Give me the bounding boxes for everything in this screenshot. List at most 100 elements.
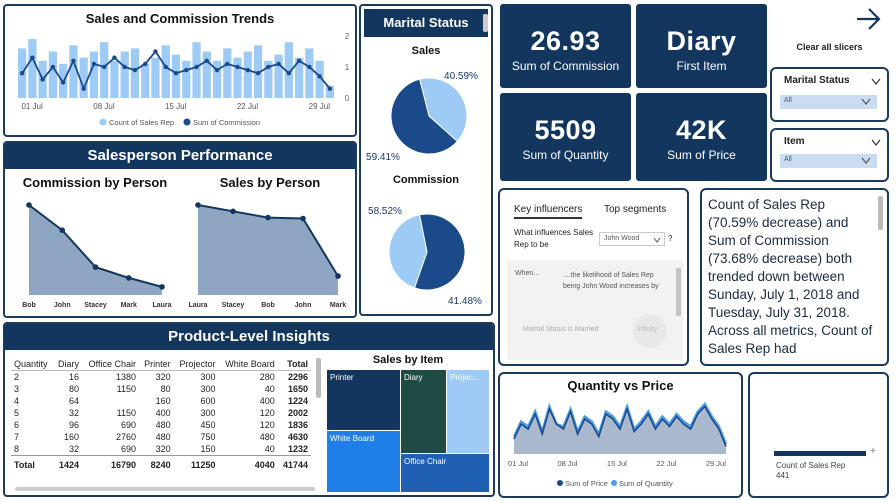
tab-key-influencers[interactable]: Key influencers [514,204,583,219]
legend-marker [183,118,191,126]
trend-bar[interactable] [28,39,37,98]
trend-bar[interactable] [161,45,170,98]
column-header[interactable]: Office Chair [82,358,139,371]
commission-point[interactable] [307,64,312,70]
area-point[interactable] [230,208,236,215]
commission-point[interactable] [214,67,220,73]
chevron-down-icon [861,157,871,164]
commission-point[interactable] [40,77,45,82]
trend-bar[interactable] [274,54,283,98]
commission-point[interactable] [266,64,271,70]
column-header[interactable]: White Board [219,358,278,371]
trend-bar[interactable] [110,60,119,98]
table-cell: 450 [200,420,216,430]
trend-bar[interactable] [171,54,181,98]
column-header[interactable]: Total [278,358,311,371]
trend-bar[interactable] [192,42,201,98]
column-header[interactable]: Quantity [11,358,53,371]
trend-bar[interactable] [69,45,78,98]
treemap-cell-office-chair[interactable]: Office Chair [401,454,489,492]
commission-point[interactable] [71,58,76,63]
column-header[interactable]: Diary [53,358,82,371]
commission-point[interactable] [276,61,281,67]
table-cell: 690 [120,444,136,454]
commission-point[interactable] [235,64,240,70]
treemap-cell-diary[interactable]: Diary [401,370,446,453]
commission-point[interactable] [101,64,107,70]
commission-point[interactable] [60,80,66,85]
trend-bar[interactable] [202,51,211,99]
tab-top-segments[interactable]: Top segments [604,204,666,215]
treemap-cell-printer[interactable]: Printer [327,370,400,430]
commission-point[interactable] [194,64,199,70]
commission-point[interactable] [225,61,230,67]
commission-point[interactable] [143,61,148,67]
treemap-cell-white-board[interactable]: White Board [327,431,400,492]
commission-point[interactable] [255,71,261,76]
area-point[interactable] [59,227,66,233]
commission-point[interactable] [153,49,158,54]
commission-point[interactable] [112,55,117,60]
trend-bar[interactable] [100,42,109,98]
help-icon[interactable]: ? [668,234,672,243]
commission-point[interactable] [173,71,179,76]
area-point[interactable] [125,275,132,281]
area-point[interactable] [335,273,341,279]
trend-bar[interactable] [79,57,88,98]
trend-bar[interactable] [305,48,314,98]
influencer-target-value: John Wood [604,235,640,242]
slicer-dropdown[interactable]: All [780,154,877,168]
commission-point[interactable] [122,64,127,70]
influencer-factor[interactable]: Marital Status is Married [523,326,598,333]
commission-point[interactable] [327,86,333,91]
area-point[interactable] [300,215,306,222]
commission-point[interactable] [163,64,168,70]
slicer-dropdown[interactable]: All [780,95,877,109]
commission-point[interactable] [184,67,189,73]
commission-point[interactable] [286,71,292,76]
trend-bar[interactable] [233,57,242,98]
commission-point[interactable] [81,86,86,91]
chevron-down-icon[interactable] [871,78,881,86]
results-scrollbar[interactable] [676,268,681,316]
table-hscrollbar[interactable] [15,487,315,491]
trend-bar[interactable] [141,63,150,98]
narrative-scrollbar[interactable] [878,196,883,230]
marital-status-banner: Marital Status [364,9,488,37]
area-point[interactable] [265,214,271,221]
commission-point[interactable] [91,61,97,67]
area-point[interactable] [92,264,99,270]
table-total-cell: 8240 [150,460,171,470]
area-point[interactable] [159,284,165,290]
commission-point[interactable] [132,67,138,73]
trend-bar[interactable] [151,57,160,98]
marital-scrollbar[interactable] [483,14,488,32]
area-point[interactable] [195,202,201,208]
column-header[interactable]: Printer [139,358,174,371]
table-scrollbar[interactable] [316,358,321,398]
trend-bar[interactable] [89,51,99,99]
commission-point[interactable] [296,58,302,63]
chevron-down-icon[interactable] [871,139,881,147]
plus-icon[interactable]: + [870,446,876,457]
commission-point[interactable] [19,71,25,76]
influencer-target-dropdown[interactable]: John Wood [599,232,665,246]
trend-bar[interactable] [243,51,252,99]
trend-bar[interactable] [182,60,191,98]
commission-point[interactable] [50,64,56,70]
column-header[interactable]: Projector [174,358,219,371]
commission-point[interactable] [317,74,322,79]
commission-point[interactable] [30,55,35,60]
commission-point[interactable] [245,67,251,73]
trend-bar[interactable] [48,51,58,99]
area-point[interactable] [26,202,32,208]
table-row: 4 64 160 600 400 1224 [11,395,311,407]
treemap-cell-projector[interactable]: Projec... [447,370,489,453]
slicer-item[interactable]: Item All [770,128,889,182]
trend-bar[interactable] [120,51,129,99]
trend-bar[interactable] [223,48,232,98]
clear-slicers-button[interactable]: Clear all slicers [778,4,888,58]
slicer-marital-status[interactable]: Marital Status All [770,67,889,122]
commission-point[interactable] [204,58,209,63]
trend-bar[interactable] [130,48,140,98]
